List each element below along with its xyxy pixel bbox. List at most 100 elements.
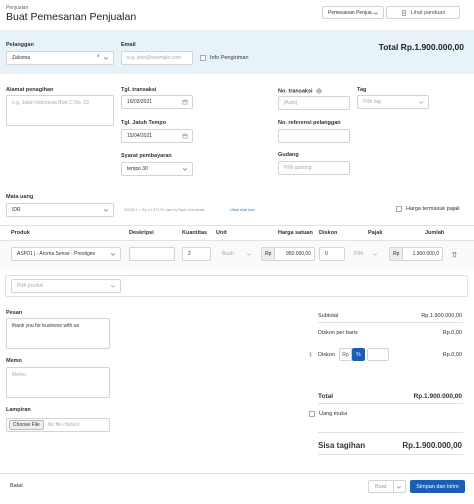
due-date-label: Tgl. Jatuh Tempo <box>121 120 167 126</box>
row-product-select[interactable]: ASP01 | - Aroma Sense - Prestiges <box>11 247 121 261</box>
down-payment-label: Uang muka <box>319 411 348 417</box>
row-tax-value: Pilih <box>354 251 364 257</box>
document-type-select[interactable]: Pemesanan Penjua... <box>322 6 384 19</box>
email-placeholder: e.g. john@example.com <box>127 55 181 61</box>
tag-label: Tag <box>357 87 367 93</box>
balance-label: Sisa tagihan <box>318 441 366 450</box>
row-description-field[interactable] <box>129 247 175 261</box>
chevron-down-icon <box>373 11 379 15</box>
row-unit-price-field[interactable]: Rp 950.000,00 <box>261 247 315 261</box>
calendar-icon <box>182 99 188 105</box>
row-quantity-field[interactable]: 2 <box>182 247 211 261</box>
row-discount-field[interactable]: 0 <box>319 247 345 261</box>
guide-button[interactable]: Lihat panduan <box>386 6 460 19</box>
total-value: Rp.1.900.000,00 <box>413 393 462 400</box>
customer-value: Zaloona <box>12 55 31 61</box>
create-button-label: Buat <box>375 483 387 490</box>
row-amount-value: 1.900.000,0 <box>412 251 439 257</box>
chevron-down-icon <box>103 209 109 212</box>
customer-select[interactable]: Zaloona × <box>6 51 114 65</box>
subtotal-value: Rp.1.900.000,00 <box>421 313 462 319</box>
billing-address-label: Alamat penagihan <box>6 87 54 93</box>
create-options-divider <box>393 481 394 492</box>
footer-divider <box>0 473 474 474</box>
transaction-number-field[interactable]: [Auto] <box>278 96 350 110</box>
balance-divider <box>318 432 463 433</box>
customer-reference-label: No. referensi pelanggan <box>278 120 341 126</box>
warehouse-select[interactable]: Pilih gudang <box>278 161 350 175</box>
memo-label: Memo <box>6 358 22 364</box>
column-header-description: Deskripsi <box>129 230 154 236</box>
payment-terms-value: tempo 30 <box>127 166 148 172</box>
shipping-info-checkbox[interactable] <box>200 55 206 61</box>
shipping-info-label: Info Pengiriman <box>210 55 249 61</box>
save-and-send-button[interactable]: Simpan dan kirim <box>410 480 465 493</box>
attachment-label: Lampiran <box>6 407 31 413</box>
billing-address-placeholder: e.g. Jalan Indonesia Blok C No. 22 <box>12 100 89 106</box>
calendar-icon <box>182 133 188 139</box>
page-title: Buat Pemesanan Penjualan <box>6 11 137 23</box>
payment-terms-label: Syarat pembayaran <box>121 153 172 159</box>
billing-address-field[interactable]: e.g. Jalan Indonesia Blok C No. 22 <box>6 95 114 126</box>
tax-inclusive-checkbox[interactable] <box>396 206 402 212</box>
chevron-down-icon <box>372 253 378 256</box>
attachment-status: No file chosen <box>47 422 80 428</box>
exchange-rate-text: SGD$ 1 = Rp.14.371,01 rate by Bank Indon… <box>124 208 205 212</box>
cancel-button[interactable]: Batal <box>10 483 23 489</box>
down-payment-checkbox[interactable] <box>309 411 315 417</box>
row-unit-price-value: 950.000,00 <box>285 251 311 257</box>
discount-amount-field[interactable] <box>367 348 389 361</box>
transaction-date-field[interactable]: 16/03/2021 <box>121 95 193 109</box>
currency-label: Mata uang <box>6 194 34 200</box>
message-field[interactable]: thank you for business with us <box>6 318 110 349</box>
transaction-date-label: Tgl. transaksi <box>121 87 157 93</box>
transaction-number-label-text: No. transaksi <box>278 88 313 95</box>
delete-row-icon[interactable] <box>451 251 458 258</box>
discount-per-line-label: Diskon per baris <box>318 330 358 336</box>
memo-field[interactable]: Memo <box>6 367 110 398</box>
clear-icon[interactable]: × <box>96 54 100 60</box>
document-type-value: Pemesanan Penjua... <box>328 9 376 16</box>
column-header-tax: Pajak <box>368 230 383 236</box>
discount-percent-toggle[interactable]: % <box>352 348 365 361</box>
table-row: ASP01 | - Aroma Sense - Prestiges 2 Buah… <box>0 241 474 269</box>
chevron-down-icon <box>418 101 424 104</box>
drag-handle-icon[interactable] <box>308 351 313 358</box>
add-product-select[interactable]: Pilih produk <box>11 279 121 293</box>
chevron-down-icon <box>246 253 252 256</box>
column-header-quantity: Kuantitas <box>182 230 208 236</box>
transaction-date-value: 16/03/2021 <box>127 99 153 105</box>
email-label: Email <box>121 42 136 48</box>
create-button[interactable]: Buat <box>368 480 406 493</box>
message-value: thank you for business with us <box>12 323 79 329</box>
row-unit-select[interactable]: Buah <box>216 247 256 261</box>
currency-select[interactable]: IDR <box>6 203 114 217</box>
discount-label: Diskon <box>318 352 335 358</box>
tag-select[interactable]: Pilih tag <box>357 95 429 109</box>
payment-terms-select[interactable]: tempo 30 <box>121 162 193 176</box>
gear-icon[interactable] <box>316 88 322 94</box>
choose-file-button[interactable]: Choose File <box>9 420 44 430</box>
customer-label: Pelanggan <box>6 42 34 48</box>
grand-total-header: Total Rp.1.900.000,00 <box>378 42 464 52</box>
subtotal-label: Subtotal <box>318 313 339 319</box>
customer-reference-field[interactable] <box>278 129 350 143</box>
due-date-field[interactable]: 15/04/2021 <box>121 129 193 143</box>
chevron-down-icon <box>103 57 109 60</box>
balance-bottom-divider <box>318 454 463 455</box>
row-unit-value: Buah <box>222 251 234 257</box>
row-tax-select[interactable]: Pilih <box>350 247 382 261</box>
chevron-down-icon <box>110 253 116 256</box>
subtotal-divider <box>318 322 463 323</box>
row-discount-value: 0 <box>325 251 328 257</box>
row-amount-field[interactable]: Rp 1.900.000,0 <box>389 247 443 261</box>
chevron-down-icon[interactable] <box>396 484 402 490</box>
discount-rp-toggle[interactable]: Rp <box>339 348 352 361</box>
balance-value: Rp.1.900.000,00 <box>402 441 462 450</box>
row-unit-price-currency: Rp <box>262 248 276 260</box>
row-product-value: ASP01 | - Aroma Sense - Prestiges <box>17 251 96 257</box>
email-field[interactable]: e.g. john@example.com <box>121 51 193 65</box>
document-icon <box>401 9 406 16</box>
change-rate-link[interactable]: Ubah nilai kurs <box>230 208 255 212</box>
due-date-value: 15/04/2021 <box>127 133 153 139</box>
